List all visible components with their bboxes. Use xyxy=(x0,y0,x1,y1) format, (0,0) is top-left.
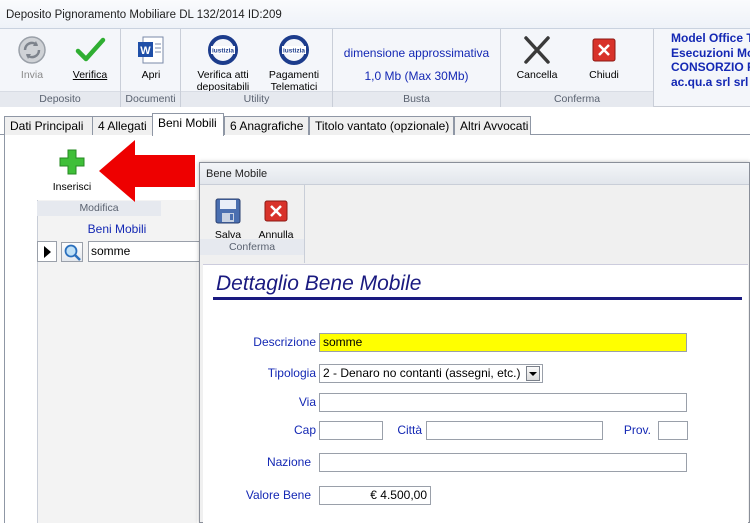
send-icon xyxy=(16,35,48,65)
invia-button[interactable]: Invia xyxy=(10,35,54,81)
tipologia-dropdown-button[interactable] xyxy=(526,366,540,381)
window-titlebar: Deposito Pignoramento Mobiliare DL 132/2… xyxy=(0,0,750,29)
cancella-button[interactable]: Cancella xyxy=(511,35,563,81)
company-line: Model Office Ti xyxy=(671,31,750,45)
ribbon-group-label: Busta xyxy=(333,91,500,107)
company-info: Model Office Ti Esecuzioni Mo CONSORZIO … xyxy=(671,31,750,89)
floppy-disk-icon xyxy=(214,197,242,225)
via-field[interactable] xyxy=(319,393,687,412)
tab-allegati[interactable]: 4 Allegati xyxy=(92,116,153,135)
view-row-button[interactable] xyxy=(61,242,83,262)
verifica-button[interactable]: Verifica xyxy=(64,35,116,81)
bene-mobile-dialog: Bene Mobile Salva Annulla Conferma Detta… xyxy=(199,162,750,523)
verifica-atti-button[interactable]: iustizia Verifica atti depositabili xyxy=(187,35,259,93)
ribbon-group-label: Utility xyxy=(181,91,332,107)
citta-label: Città xyxy=(397,423,422,437)
busta-size-caption: dimensione approssimativa xyxy=(343,46,490,60)
company-line: Esecuzioni Mo xyxy=(671,45,750,60)
cap-field[interactable] xyxy=(319,421,383,440)
ribbon-group-utility: iustizia Verifica atti depositabili iust… xyxy=(181,29,333,107)
dialog-ribbon: Salva Annulla Conferma xyxy=(200,185,305,263)
red-arrow-annotation xyxy=(99,140,195,202)
ribbon-group-label: Documenti xyxy=(121,91,180,107)
ribbon-group-deposito: Invia Verifica Deposito xyxy=(0,29,121,107)
pagamenti-label: Pagamenti xyxy=(268,69,320,81)
svg-text:iustizia: iustizia xyxy=(212,48,234,55)
list-item[interactable]: somme xyxy=(37,241,203,262)
prov-label: Prov. xyxy=(623,423,651,437)
tab-altri-avvocati[interactable]: Altri Avvocati xyxy=(454,116,531,135)
ribbon: Invia Verifica Deposito W Apri Documenti… xyxy=(0,29,750,107)
svg-text:iustizia: iustizia xyxy=(283,48,305,55)
salva-button[interactable]: Salva xyxy=(208,197,248,241)
cap-label: Cap xyxy=(293,423,316,437)
verifica-atti-label: Verifica atti xyxy=(197,69,249,81)
company-line: CONSORZIO R xyxy=(671,60,750,74)
verifica-label: Verifica xyxy=(72,69,108,81)
dialog-title: Bene Mobile xyxy=(200,163,749,185)
heading-underline xyxy=(213,297,742,300)
apri-button[interactable]: W Apri xyxy=(127,35,175,81)
window-title: Deposito Pignoramento Mobiliare DL 132/2… xyxy=(6,9,282,21)
tipologia-select[interactable]: 2 - Denaro no contanti (assegni, etc.) xyxy=(319,364,543,383)
valore-bene-field[interactable]: € 4.500,00 xyxy=(319,486,431,505)
close-icon xyxy=(262,197,290,225)
valore-bene-label: Valore Bene xyxy=(245,488,311,502)
row-pointer-icon xyxy=(37,241,57,262)
ribbon-group-label: Deposito xyxy=(0,91,120,107)
invia-label: Invia xyxy=(20,69,44,81)
ribbon-group-label: Conferma xyxy=(501,91,653,107)
chiudi-button[interactable]: Chiudi xyxy=(579,35,629,81)
tab-beni-mobili[interactable]: Beni Mobili xyxy=(152,113,224,136)
inserisci-button[interactable]: Inserisci xyxy=(46,147,98,193)
giustizia-logo-icon: iustizia xyxy=(207,35,239,65)
magnifier-icon xyxy=(62,244,82,264)
nazione-label: Nazione xyxy=(266,455,311,469)
detail-form: Descrizione somme Tipologia 2 - Denaro n… xyxy=(203,301,748,523)
detail-header: Dettaglio Bene Mobile xyxy=(203,264,748,301)
tab-bar: Dati Principali 4 Allegati Beni Mobili 6… xyxy=(0,113,750,136)
descrizione-label: Descrizione xyxy=(253,335,316,349)
tab-titolo-vantato[interactable]: Titolo vantato (opzionale) xyxy=(309,116,454,135)
busta-size-value: 1,0 Mb (Max 30Mb) xyxy=(364,69,469,83)
prov-field[interactable] xyxy=(658,421,688,440)
ribbon-group-documenti: W Apri Documenti xyxy=(121,29,181,107)
giustizia-logo-icon: iustizia xyxy=(278,35,310,65)
citta-field[interactable] xyxy=(426,421,603,440)
chiudi-label: Chiudi xyxy=(589,69,619,81)
word-document-icon: W xyxy=(135,35,167,65)
descrizione-field[interactable]: somme xyxy=(319,333,687,352)
inserisci-label: Inserisci xyxy=(52,181,92,193)
annulla-button[interactable]: Annulla xyxy=(254,197,298,241)
svg-text:W: W xyxy=(140,45,151,57)
list-header: Beni Mobili xyxy=(87,222,147,236)
detail-heading: Dettaglio Bene Mobile xyxy=(216,272,422,295)
plus-icon xyxy=(57,147,87,177)
tab-dati-principali[interactable]: Dati Principali xyxy=(4,116,93,135)
ribbon-group-label-modifica: Modifica xyxy=(37,201,161,216)
ribbon-group-conferma: Cancella Chiudi Conferma xyxy=(501,29,654,107)
dialog-group-label-conferma: Conferma xyxy=(200,239,304,255)
cancella-label: Cancella xyxy=(516,69,558,81)
company-line: ac.qu.a srl srl xyxy=(671,74,749,89)
checkmark-icon xyxy=(74,35,106,65)
apri-label: Apri xyxy=(141,69,161,81)
chevron-down-icon xyxy=(529,372,537,376)
tab-anagrafiche[interactable]: 6 Anagrafiche xyxy=(224,116,309,135)
scissors-x-icon xyxy=(521,35,553,65)
ribbon-group-busta: dimensione approssimativa 1,0 Mb (Max 30… xyxy=(333,29,501,107)
list-item-value: somme xyxy=(88,241,203,262)
via-label: Via xyxy=(298,395,316,409)
nazione-field[interactable] xyxy=(319,453,687,472)
pagamenti-telematici-button[interactable]: iustizia Pagamenti Telematici xyxy=(261,35,327,93)
tipologia-label: Tipologia xyxy=(267,366,316,380)
close-icon xyxy=(588,35,620,65)
